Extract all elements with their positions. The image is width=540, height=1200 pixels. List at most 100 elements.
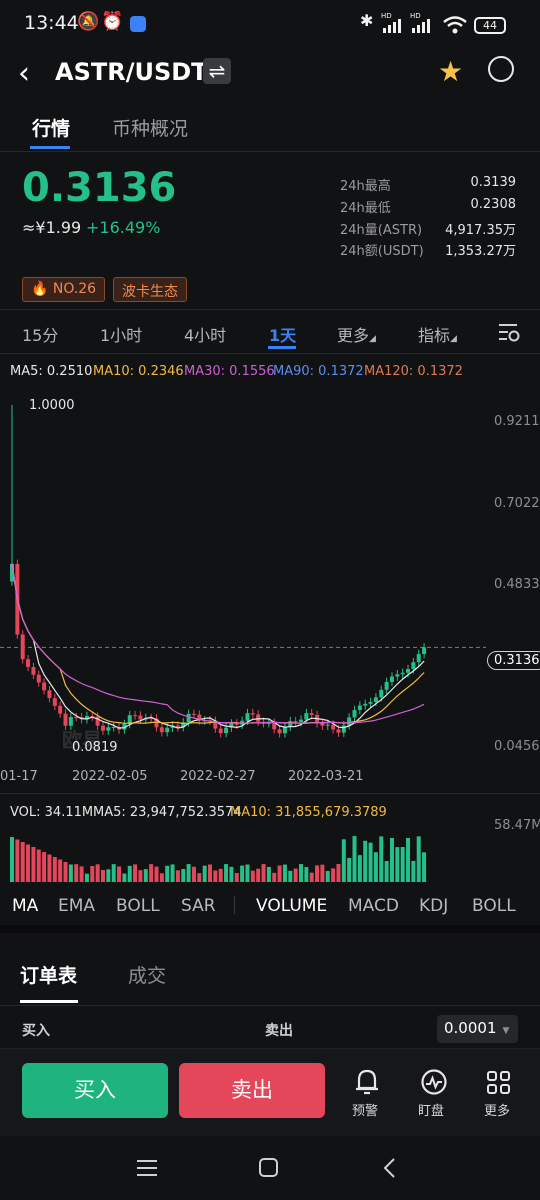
buy-button[interactable]: 买入 xyxy=(22,1063,168,1118)
candle-body xyxy=(36,674,41,683)
ma-line-30 xyxy=(11,563,425,724)
swap-pair-icon[interactable]: ⇌ xyxy=(203,58,231,84)
volume-bar xyxy=(406,838,411,882)
period-more[interactable]: 更多◢ xyxy=(337,322,376,346)
share-icon[interactable] xyxy=(488,56,514,82)
volume-bar xyxy=(84,873,89,882)
volume-bar xyxy=(395,847,400,882)
more-button[interactable]: 更多 xyxy=(478,1066,520,1122)
favorite-star-icon[interactable]: ★ xyxy=(438,55,463,88)
candle-body xyxy=(395,674,400,677)
volume-bar xyxy=(357,855,362,882)
indicator-volume[interactable]: VOLUME xyxy=(256,896,327,916)
volume-bar xyxy=(229,866,234,882)
volume-bar xyxy=(175,870,180,882)
volume-bar xyxy=(122,873,127,882)
candle-body xyxy=(411,662,416,670)
indicator-ma[interactable]: MA xyxy=(12,896,38,916)
volume-bar xyxy=(224,864,229,882)
candle-body xyxy=(336,729,341,733)
volume-bar xyxy=(422,852,427,882)
indicator-sar[interactable]: SAR xyxy=(181,896,216,916)
alert-label: 预警 xyxy=(352,1104,379,1119)
candle-body xyxy=(47,690,52,699)
candle-body xyxy=(347,717,352,726)
period-15m[interactable]: 15分 xyxy=(22,322,58,346)
candle-body xyxy=(159,727,164,733)
tab-coin-overview[interactable]: 币种概况 xyxy=(112,114,188,141)
volume-bar xyxy=(133,864,138,882)
volume-bar xyxy=(106,869,111,882)
volume-bar xyxy=(240,865,245,882)
y-tick-label: 0.4833 xyxy=(494,577,540,592)
volume-bar xyxy=(149,864,154,882)
indicator-macd[interactable]: MACD xyxy=(348,896,399,916)
tab-order-book[interactable]: 订单表 xyxy=(20,961,77,988)
divider xyxy=(0,1005,540,1006)
indicator-ema[interactable]: EMA xyxy=(58,896,95,916)
period-1h[interactable]: 1小时 xyxy=(100,322,142,346)
indicator-boll[interactable]: BOLL xyxy=(116,896,160,916)
indicator-menu[interactable]: 指标◢ xyxy=(418,322,457,346)
back-nav-icon[interactable] xyxy=(382,1157,398,1179)
tab-trades[interactable]: 成交 xyxy=(128,961,166,988)
candle-body xyxy=(245,713,250,721)
caret-icon: ◢ xyxy=(369,334,376,344)
candle-body xyxy=(191,713,196,715)
volume-bar xyxy=(272,872,277,882)
alert-button[interactable]: 预警 xyxy=(346,1066,388,1122)
volume-bar xyxy=(234,872,239,882)
candlestick-chart[interactable] xyxy=(0,385,540,765)
volume-bar xyxy=(63,862,68,882)
volume-bar xyxy=(47,854,52,882)
back-icon[interactable]: ‹ xyxy=(18,56,30,91)
ma10-legend: MA10: 0.2346 xyxy=(93,364,184,379)
volume-bar xyxy=(117,866,122,882)
sector-tag[interactable]: 波卡生态 xyxy=(113,277,187,302)
volume-bar xyxy=(181,868,186,882)
candle-body xyxy=(389,676,394,682)
chevron-down-icon: ▼ xyxy=(502,1026,510,1036)
candle-body xyxy=(373,697,378,702)
candle-body xyxy=(42,682,47,691)
precision-value: 0.0001 xyxy=(444,1019,497,1037)
candle-body xyxy=(288,721,293,727)
volume-bar xyxy=(261,864,266,882)
volume-bar xyxy=(368,842,373,882)
volume-bar xyxy=(416,836,421,882)
candle-body xyxy=(138,715,143,720)
volume-bar xyxy=(256,868,261,882)
y-tick-label: 0.9211 xyxy=(494,414,540,429)
period-4h[interactable]: 4小时 xyxy=(184,322,226,346)
volume-bar xyxy=(10,837,14,882)
candle-body xyxy=(357,705,362,711)
recent-apps-icon[interactable] xyxy=(136,1158,158,1178)
last-price: 0.3136 xyxy=(22,165,177,211)
x-tick-label: 2022-02-05 xyxy=(72,769,148,784)
rank-tag[interactable]: 🔥 NO.26 xyxy=(22,277,106,302)
volume-bar xyxy=(250,870,255,882)
signal-icon xyxy=(383,19,401,33)
candle-body xyxy=(298,719,303,723)
volume-bar xyxy=(127,865,132,882)
battery-icon: 44 xyxy=(474,17,506,34)
volume-bar xyxy=(26,844,31,882)
volume-bar xyxy=(90,865,95,882)
home-icon[interactable] xyxy=(259,1158,278,1177)
watch-button[interactable]: 盯盘 xyxy=(412,1066,454,1122)
period-1d[interactable]: 1天 xyxy=(269,322,296,346)
candle-body xyxy=(218,728,223,734)
page-title[interactable]: ASTR/USDT xyxy=(55,58,208,86)
volume-bar xyxy=(373,852,378,882)
candle-body xyxy=(406,669,411,673)
tab-market[interactable]: 行情 xyxy=(32,114,70,141)
sell-button[interactable]: 卖出 xyxy=(179,1063,325,1118)
active-period-indicator xyxy=(268,346,296,349)
chart-settings-icon[interactable] xyxy=(498,322,520,342)
candle-body xyxy=(20,634,25,660)
volume-bar xyxy=(325,870,330,882)
volume-bar xyxy=(293,868,298,882)
indicator-kdj[interactable]: KDJ xyxy=(419,896,448,916)
precision-select[interactable]: 0.0001 ▼ xyxy=(437,1015,518,1043)
indicator-boll-sub[interactable]: BOLL xyxy=(472,896,516,916)
